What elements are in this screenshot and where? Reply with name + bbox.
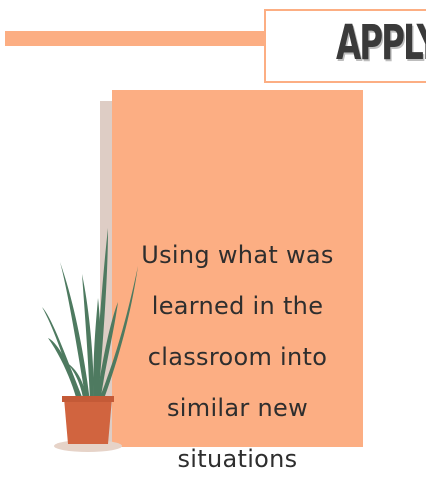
plant-leaves: [42, 228, 138, 404]
card-line-3: classroom into: [147, 343, 328, 371]
plant-pot: [64, 398, 112, 444]
card-line-4: similar new: [167, 394, 308, 422]
potted-plant-icon: [42, 228, 138, 452]
accent-bar: [5, 31, 267, 46]
plant-pot-rim: [62, 396, 114, 402]
slide: APPLY Using what was learned in the clas…: [0, 0, 426, 480]
title-box: APPLY: [264, 9, 426, 83]
slide-title: APPLY: [336, 15, 426, 71]
definition-card: Using what was learned in the classroom …: [112, 90, 363, 473]
card-text: Using what was learned in the classroom …: [112, 230, 363, 480]
card-line-5: situations: [177, 445, 298, 473]
card-line-2: learned in the: [151, 292, 324, 320]
card-line-1: Using what was: [141, 241, 334, 269]
